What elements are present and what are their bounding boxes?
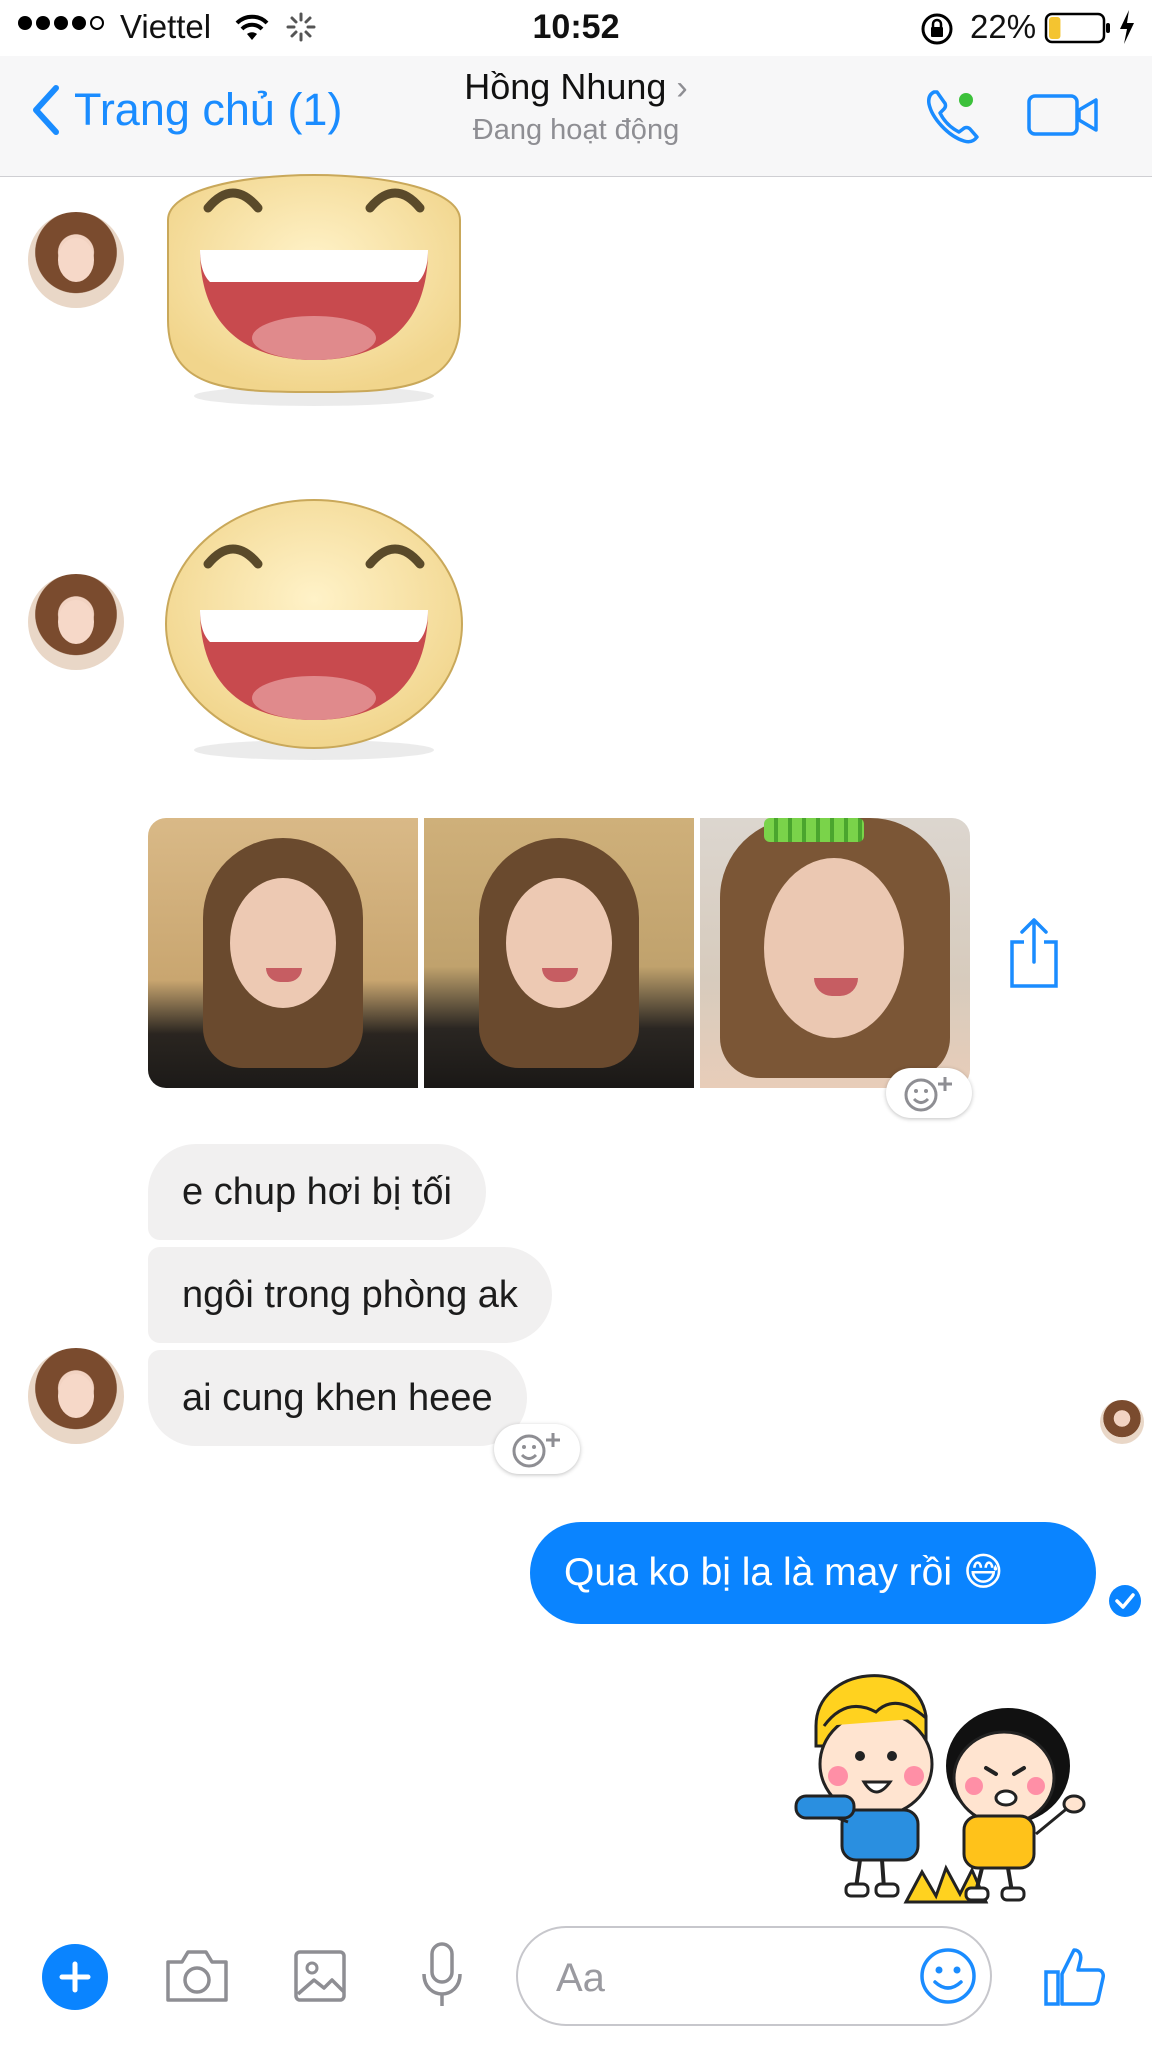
message-input-wrapper [516, 1926, 992, 2026]
photo-thumbnail[interactable] [424, 818, 694, 1088]
contact-avatar[interactable] [28, 574, 124, 670]
add-reaction-icon [512, 1433, 560, 1468]
like-button[interactable] [1042, 1944, 1108, 2015]
voice-record-button[interactable] [418, 1940, 466, 2015]
message-input[interactable] [554, 1952, 858, 2004]
composer-bar [0, 1916, 1152, 2048]
camera-button[interactable] [164, 1946, 230, 2011]
outgoing-message-bubble[interactable]: Qua ko bị la là may rồi 😅 [530, 1522, 1096, 1624]
photo-thumbnail[interactable] [700, 818, 970, 1088]
image-icon [294, 1950, 346, 2002]
chevron-right-icon: › [676, 69, 688, 107]
photo-attachment-grid[interactable] [148, 818, 970, 1088]
contact-name: Hồng Nhung [464, 66, 667, 107]
add-reaction-icon [904, 1077, 952, 1112]
more-actions-button[interactable] [42, 1944, 108, 2010]
rotation-lock-icon [921, 13, 953, 45]
battery-percent: 22% [970, 8, 1037, 45]
status-bar: Viettel 10:52 22% [0, 0, 1152, 56]
add-reaction-button[interactable] [886, 1068, 972, 1118]
share-icon [1010, 918, 1058, 988]
emoji-button[interactable] [918, 1946, 978, 2011]
delivered-check-icon [1109, 1585, 1141, 1617]
conversation-header: Trang chủ (1) Hồng Nhung › Đang hoạt động [0, 56, 1152, 177]
plus-icon [59, 1961, 91, 1993]
phone-icon [927, 90, 979, 144]
cartoon-kids-sticker[interactable] [786, 1656, 1086, 1906]
read-receipt-avatar [1100, 1400, 1144, 1444]
laughing-emoji-sticker[interactable] [158, 494, 470, 764]
voice-call-button[interactable] [920, 84, 986, 155]
microphone-icon [422, 1942, 462, 2006]
video-camera-icon [1027, 94, 1098, 136]
thumbs-up-icon [1044, 1948, 1105, 2006]
charging-bolt-icon [1120, 10, 1134, 44]
laughing-emoji-sticker[interactable] [158, 160, 470, 410]
battery-icon [1044, 12, 1110, 44]
incoming-message-bubble[interactable]: e chup hơi bị tối [148, 1144, 486, 1240]
incoming-message-bubble[interactable]: ngôi trong phòng ak [148, 1247, 552, 1343]
contact-avatar[interactable] [28, 1348, 124, 1444]
camera-icon [166, 1950, 228, 2002]
photo-thumbnail[interactable] [148, 818, 418, 1088]
share-button[interactable] [1006, 916, 1062, 995]
gallery-button[interactable] [292, 1946, 348, 2011]
contact-avatar[interactable] [28, 212, 124, 308]
add-reaction-button[interactable] [494, 1424, 580, 1474]
incoming-message-bubble[interactable]: ai cung khen heee [148, 1350, 527, 1446]
video-call-button[interactable] [1026, 92, 1100, 143]
smiley-icon [920, 1948, 976, 2004]
